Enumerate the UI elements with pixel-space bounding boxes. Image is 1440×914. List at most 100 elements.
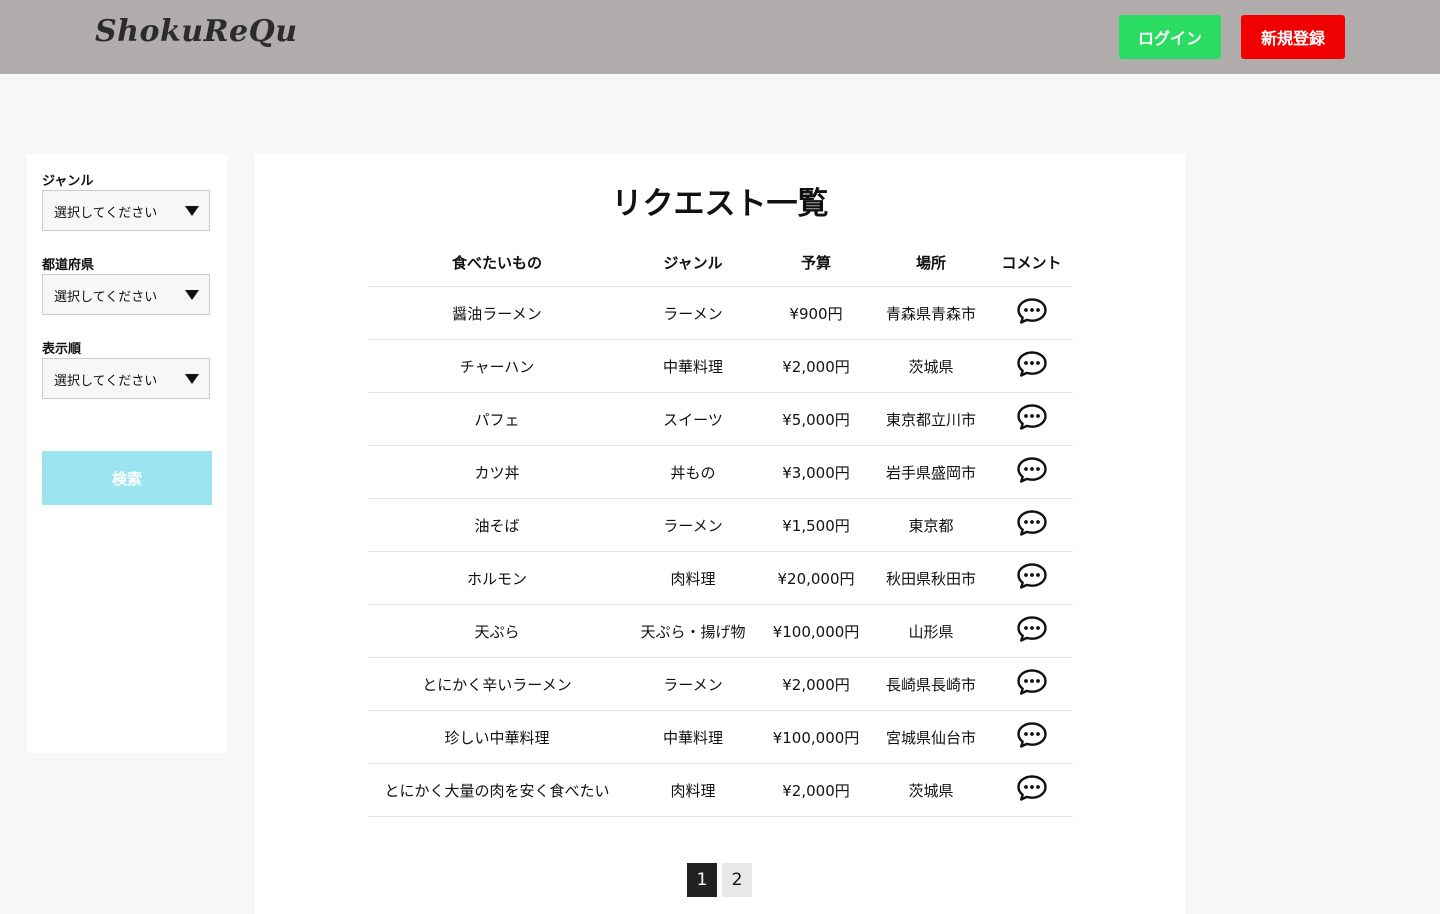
site-logo[interactable]: ShokuReQu — [95, 14, 298, 49]
page-1-button[interactable]: 1 — [687, 863, 717, 897]
food-cell: とにかく大量の肉を安く食べたい — [368, 763, 626, 817]
page-2-button[interactable]: 2 — [722, 863, 752, 897]
login-button[interactable]: ログイン — [1119, 15, 1221, 59]
place-cell: 東京都立川市 — [872, 392, 990, 446]
comment-icon[interactable] — [1016, 615, 1048, 647]
genre-select-value: 選択してください — [54, 206, 158, 221]
budget-cell: ¥20,000円 — [760, 551, 872, 605]
comment-cell — [990, 551, 1073, 605]
column-header-genre: ジャンル — [626, 238, 760, 287]
genre-cell: 肉料理 — [626, 763, 760, 817]
caret-down-icon — [185, 206, 199, 216]
caret-down-icon — [185, 374, 199, 384]
prefecture-filter-label: 都道府県 — [42, 258, 95, 273]
sort-select[interactable]: 選択してください — [42, 358, 210, 399]
prefecture-select[interactable]: 選択してください — [42, 274, 210, 315]
comment-icon[interactable] — [1016, 721, 1048, 753]
food-cell: 珍しい中華料理 — [368, 710, 626, 764]
food-cell: パフェ — [368, 392, 626, 446]
sort-filter-label: 表示順 — [42, 342, 82, 357]
prefecture-select-value: 選択してください — [54, 290, 158, 305]
food-cell: とにかく辛いラーメン — [368, 657, 626, 711]
table-row: パフェ スイーツ ¥5,000円 東京都立川市 — [368, 392, 1073, 446]
pagination: 1 2 — [687, 863, 752, 897]
table-row: 油そば ラーメン ¥1,500円 東京都 — [368, 498, 1073, 552]
food-cell: 醤油ラーメン — [368, 286, 626, 340]
table-row: とにかく辛いラーメン ラーメン ¥2,000円 長崎県長崎市 — [368, 657, 1073, 711]
place-cell: 宮城県仙台市 — [872, 710, 990, 764]
budget-cell: ¥1,500円 — [760, 498, 872, 552]
place-cell: 茨城県 — [872, 763, 990, 817]
comment-cell — [990, 604, 1073, 658]
table-header-row: 食べたいもの ジャンル 予算 場所 コメント — [368, 238, 1073, 287]
genre-cell: 中華料理 — [626, 339, 760, 393]
request-list-panel: リクエスト一覧 食べたいもの ジャンル 予算 場所 コメント 醤油ラーメン ラーメ… — [255, 154, 1185, 914]
genre-cell: 丼もの — [626, 445, 760, 499]
food-cell: 天ぷら — [368, 604, 626, 658]
caret-down-icon — [185, 290, 199, 300]
column-header-comment: コメント — [990, 238, 1073, 287]
place-cell: 青森県青森市 — [872, 286, 990, 340]
genre-filter-label: ジャンル — [42, 174, 94, 189]
genre-cell: 天ぷら・揚げ物 — [626, 604, 760, 658]
budget-cell: ¥3,000円 — [760, 445, 872, 499]
food-cell: ホルモン — [368, 551, 626, 605]
comment-icon[interactable] — [1016, 774, 1048, 806]
food-cell: カツ丼 — [368, 445, 626, 499]
search-button[interactable]: 検索 — [42, 451, 212, 505]
page-title: リクエスト一覧 — [611, 186, 829, 222]
comment-icon[interactable] — [1016, 297, 1048, 329]
comment-cell — [990, 657, 1073, 711]
place-cell: 長崎県長崎市 — [872, 657, 990, 711]
comment-icon[interactable] — [1016, 509, 1048, 541]
genre-select[interactable]: 選択してください — [42, 190, 210, 231]
table-row: 天ぷら 天ぷら・揚げ物 ¥100,000円 山形県 — [368, 604, 1073, 658]
column-header-place: 場所 — [872, 238, 990, 287]
comment-icon[interactable] — [1016, 456, 1048, 488]
budget-cell: ¥2,000円 — [760, 339, 872, 393]
place-cell: 岩手県盛岡市 — [872, 445, 990, 499]
comment-cell — [990, 339, 1073, 393]
comment-cell — [990, 445, 1073, 499]
budget-cell: ¥2,000円 — [760, 763, 872, 817]
comment-cell — [990, 286, 1073, 340]
table-row: とにかく大量の肉を安く食べたい 肉料理 ¥2,000円 茨城県 — [368, 763, 1073, 817]
comment-icon[interactable] — [1016, 350, 1048, 382]
comment-cell — [990, 392, 1073, 446]
column-header-budget: 予算 — [760, 238, 872, 287]
sort-select-value: 選択してください — [54, 374, 158, 389]
comment-cell — [990, 763, 1073, 817]
genre-cell: ラーメン — [626, 498, 760, 552]
table-row: 珍しい中華料理 中華料理 ¥100,000円 宮城県仙台市 — [368, 710, 1073, 764]
comment-icon[interactable] — [1016, 668, 1048, 700]
place-cell: 山形県 — [872, 604, 990, 658]
genre-cell: 肉料理 — [626, 551, 760, 605]
filter-sidebar: ジャンル 選択してください 都道府県 選択してください 表示順 選択してください… — [27, 154, 227, 753]
comment-cell — [990, 710, 1073, 764]
comment-icon[interactable] — [1016, 562, 1048, 594]
budget-cell: ¥2,000円 — [760, 657, 872, 711]
place-cell: 茨城県 — [872, 339, 990, 393]
budget-cell: ¥100,000円 — [760, 710, 872, 764]
comment-icon[interactable] — [1016, 403, 1048, 435]
comment-cell — [990, 498, 1073, 552]
food-cell: チャーハン — [368, 339, 626, 393]
genre-cell: スイーツ — [626, 392, 760, 446]
budget-cell: ¥900円 — [760, 286, 872, 340]
top-header: ShokuReQu ログイン 新規登録 — [0, 0, 1440, 74]
place-cell: 秋田県秋田市 — [872, 551, 990, 605]
budget-cell: ¥100,000円 — [760, 604, 872, 658]
request-table: 食べたいもの ジャンル 予算 場所 コメント 醤油ラーメン ラーメン ¥900円 青森… — [368, 238, 1073, 817]
budget-cell: ¥5,000円 — [760, 392, 872, 446]
table-row: 醤油ラーメン ラーメン ¥900円 青森県青森市 — [368, 286, 1073, 340]
food-cell: 油そば — [368, 498, 626, 552]
genre-cell: ラーメン — [626, 657, 760, 711]
genre-cell: ラーメン — [626, 286, 760, 340]
table-row: カツ丼 丼もの ¥3,000円 岩手県盛岡市 — [368, 445, 1073, 499]
table-row: チャーハン 中華料理 ¥2,000円 茨城県 — [368, 339, 1073, 393]
signup-button[interactable]: 新規登録 — [1241, 15, 1345, 59]
column-header-food: 食べたいもの — [368, 238, 626, 287]
table-row: ホルモン 肉料理 ¥20,000円 秋田県秋田市 — [368, 551, 1073, 605]
genre-cell: 中華料理 — [626, 710, 760, 764]
place-cell: 東京都 — [872, 498, 990, 552]
